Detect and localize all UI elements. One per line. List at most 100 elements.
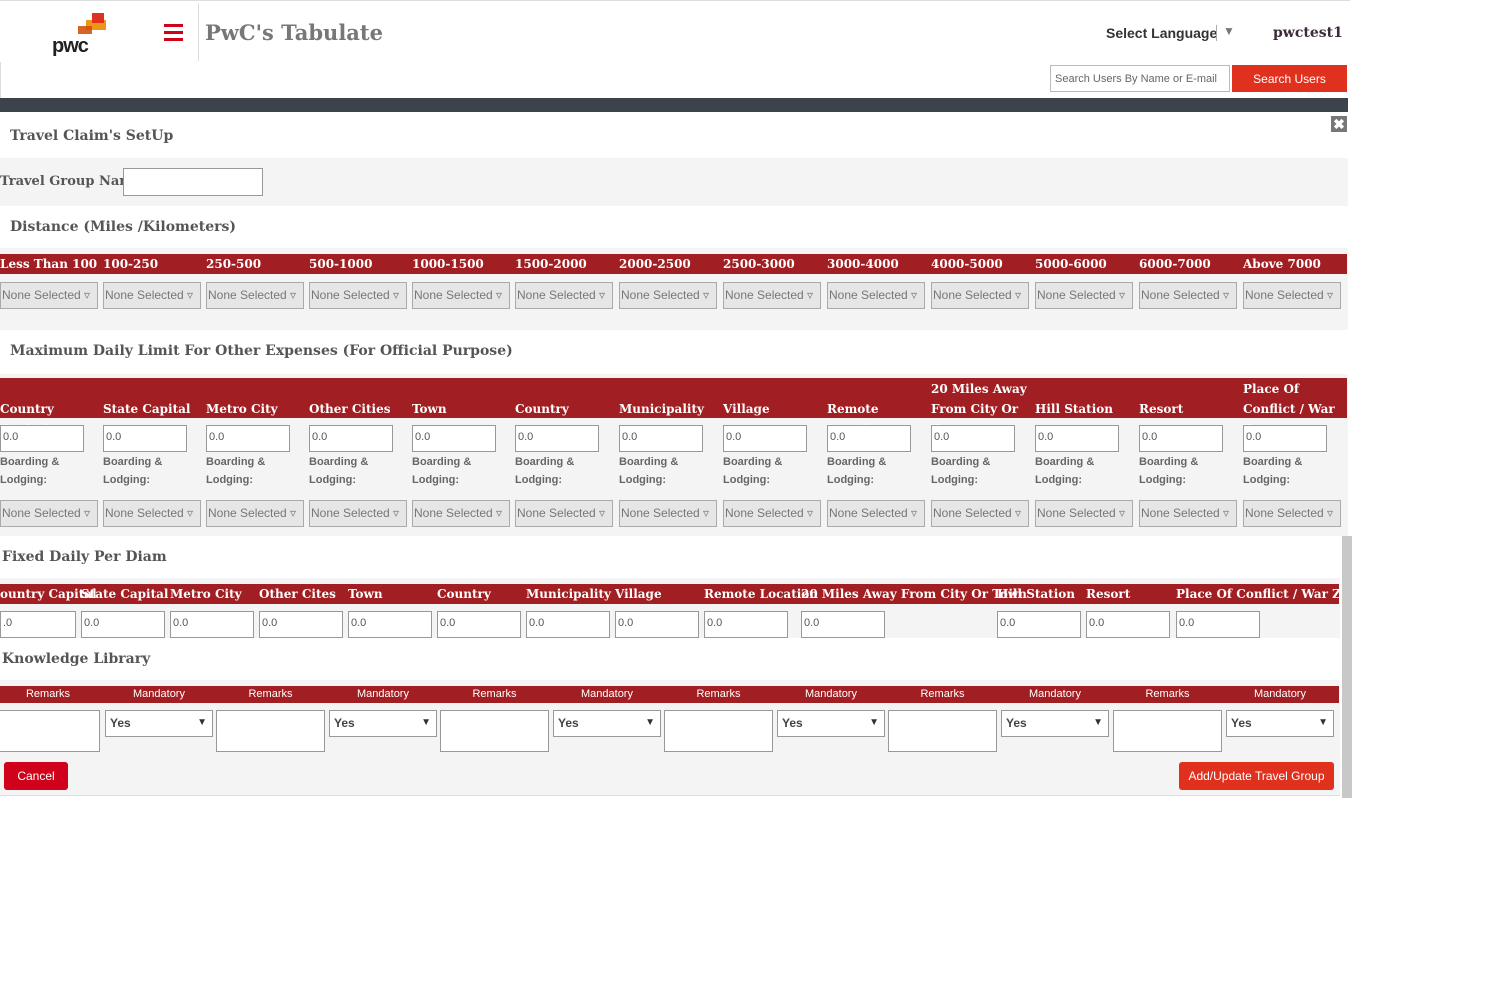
- daily-limit-amount-input[interactable]: 0.0: [931, 425, 1015, 452]
- mandatory-column-header: Mandatory: [805, 688, 857, 700]
- daily-limit-amount-input[interactable]: 0.0: [723, 425, 807, 452]
- per-diem-column-header: State Capital: [81, 587, 169, 601]
- mandatory-select[interactable]: Yes ▼: [1226, 710, 1334, 737]
- daily-limit-amount-input[interactable]: 0.0: [1243, 425, 1327, 452]
- distance-column-header: Above 7000: [1243, 257, 1321, 271]
- daily-limit-amount-input[interactable]: 0.0: [0, 425, 84, 452]
- mandatory-select[interactable]: Yes ▼: [105, 710, 213, 737]
- chevron-down-icon[interactable]: ▼: [1223, 24, 1235, 38]
- boarding-lodging-label: Boarding & Lodging:: [515, 456, 575, 486]
- boarding-lodging-dropdown[interactable]: None Selected ▿: [515, 500, 613, 527]
- per-diem-input[interactable]: 0.0: [1176, 611, 1260, 638]
- remarks-textarea[interactable]: [888, 710, 997, 752]
- boarding-lodging-label: Boarding & Lodging:: [619, 456, 679, 486]
- mandatory-select-value: Yes: [334, 716, 355, 730]
- boarding-lodging-dropdown[interactable]: None Selected ▿: [1139, 500, 1237, 527]
- daily-limit-amount-input[interactable]: 0.0: [309, 425, 393, 452]
- daily-limit-amount-input[interactable]: 0.0: [1035, 425, 1119, 452]
- daily-limit-amount-input[interactable]: 0.0: [1139, 425, 1223, 452]
- remarks-column-header: Remarks: [472, 688, 517, 700]
- remarks-textarea[interactable]: [0, 710, 100, 752]
- menu-icon[interactable]: [164, 24, 183, 41]
- distance-dropdown[interactable]: None Selected ▿: [103, 282, 201, 309]
- add-update-travel-group-button[interactable]: Add/Update Travel Group: [1179, 762, 1334, 790]
- daily-limit-amount-input[interactable]: 0.0: [619, 425, 703, 452]
- user-menu[interactable]: pwctest1: [1273, 25, 1343, 41]
- top-header: pwc PwC's Tabulate Select Language ▼ pwc…: [0, 0, 1350, 62]
- mandatory-column-header: Mandatory: [357, 688, 409, 700]
- distance-dropdown[interactable]: None Selected ▿: [723, 282, 821, 309]
- daily-limit-column-header: Hill Station: [1035, 402, 1114, 416]
- scrollbar[interactable]: [1342, 536, 1352, 798]
- per-diem-input[interactable]: .0: [0, 611, 76, 638]
- per-diem-input[interactable]: 0.0: [437, 611, 521, 638]
- boarding-lodging-dropdown[interactable]: None Selected ▿: [0, 500, 98, 527]
- per-diem-input[interactable]: 0.0: [348, 611, 432, 638]
- boarding-lodging-dropdown[interactable]: None Selected ▿: [827, 500, 925, 527]
- app-title: PwC's Tabulate: [205, 20, 383, 45]
- boarding-lodging-label: Boarding & Lodging:: [827, 456, 887, 486]
- boarding-lodging-dropdown[interactable]: None Selected ▿: [1035, 500, 1133, 527]
- daily-limit-amount-input[interactable]: 0.0: [103, 425, 187, 452]
- per-diem-column-header: Village: [615, 587, 662, 601]
- distance-dropdown[interactable]: None Selected ▿: [0, 282, 98, 309]
- pwc-logo[interactable]: pwc: [50, 11, 112, 57]
- distance-dropdown[interactable]: None Selected ▿: [619, 282, 717, 309]
- distance-dropdown[interactable]: None Selected ▿: [412, 282, 510, 309]
- distance-column-header: 2500-3000: [723, 257, 795, 271]
- per-diem-input[interactable]: 0.0: [997, 611, 1081, 638]
- boarding-lodging-dropdown[interactable]: None Selected ▿: [412, 500, 510, 527]
- per-diem-column-header: Country: [437, 587, 491, 601]
- remarks-textarea[interactable]: [216, 710, 325, 752]
- boarding-lodging-dropdown[interactable]: None Selected ▿: [931, 500, 1029, 527]
- distance-dropdown[interactable]: None Selected ▿: [1035, 282, 1133, 309]
- remarks-textarea[interactable]: [1113, 710, 1222, 752]
- search-input[interactable]: [1050, 65, 1230, 92]
- per-diem-column-header: Town: [348, 587, 383, 601]
- daily-limit-amount-input[interactable]: 0.0: [412, 425, 496, 452]
- form-title: Travel Claim's SetUp: [10, 128, 174, 144]
- daily-limit-amount-input[interactable]: 0.0: [206, 425, 290, 452]
- boarding-lodging-dropdown[interactable]: None Selected ▿: [103, 500, 201, 527]
- per-diem-input[interactable]: 0.0: [259, 611, 343, 638]
- chevron-down-icon: ▼: [1093, 717, 1103, 728]
- distance-dropdown[interactable]: None Selected ▿: [1243, 282, 1341, 309]
- search-users-button[interactable]: Search Users: [1232, 65, 1347, 92]
- mandatory-select[interactable]: Yes ▼: [553, 710, 661, 737]
- per-diem-input[interactable]: 0.0: [801, 611, 885, 638]
- close-icon[interactable]: ✖: [1331, 116, 1347, 132]
- per-diem-input[interactable]: 0.0: [170, 611, 254, 638]
- distance-dropdown[interactable]: None Selected ▿: [206, 282, 304, 309]
- per-diem-input[interactable]: 0.0: [1086, 611, 1170, 638]
- distance-dropdown[interactable]: None Selected ▿: [931, 282, 1029, 309]
- boarding-lodging-dropdown[interactable]: None Selected ▿: [309, 500, 407, 527]
- language-select[interactable]: Select Language: [1106, 25, 1217, 41]
- distance-dropdown[interactable]: None Selected ▿: [827, 282, 925, 309]
- daily-limit-amount-input[interactable]: 0.0: [515, 425, 599, 452]
- distance-dropdown[interactable]: None Selected ▿: [1139, 282, 1237, 309]
- boarding-lodging-dropdown[interactable]: None Selected ▿: [1243, 500, 1341, 527]
- distance-dropdown[interactable]: None Selected ▿: [515, 282, 613, 309]
- remarks-textarea[interactable]: [440, 710, 549, 752]
- boarding-lodging-dropdown[interactable]: None Selected ▿: [206, 500, 304, 527]
- mandatory-column-header: Mandatory: [1254, 688, 1306, 700]
- per-diem-input[interactable]: 0.0: [81, 611, 165, 638]
- nav-bar: [0, 98, 1348, 112]
- per-diem-input[interactable]: 0.0: [704, 611, 788, 638]
- distance-column-header: 5000-6000: [1035, 257, 1107, 271]
- boarding-lodging-dropdown[interactable]: None Selected ▿: [619, 500, 717, 527]
- per-diem-input[interactable]: 0.0: [615, 611, 699, 638]
- distance-column-header: 2000-2500: [619, 257, 691, 271]
- distance-dropdown[interactable]: None Selected ▿: [309, 282, 407, 309]
- mandatory-select[interactable]: Yes ▼: [329, 710, 437, 737]
- mandatory-select[interactable]: Yes ▼: [1001, 710, 1109, 737]
- boarding-lodging-dropdown[interactable]: None Selected ▿: [723, 500, 821, 527]
- group-name-input[interactable]: [123, 168, 263, 196]
- cancel-button[interactable]: Cancel: [4, 762, 68, 790]
- per-diem-column-header: Place Of Conflict / War Zone: [1176, 587, 1366, 601]
- mandatory-select[interactable]: Yes ▼: [777, 710, 885, 737]
- per-diem-input[interactable]: 0.0: [526, 611, 610, 638]
- chevron-down-icon: ▼: [1318, 717, 1328, 728]
- remarks-textarea[interactable]: [664, 710, 773, 752]
- daily-limit-amount-input[interactable]: 0.0: [827, 425, 911, 452]
